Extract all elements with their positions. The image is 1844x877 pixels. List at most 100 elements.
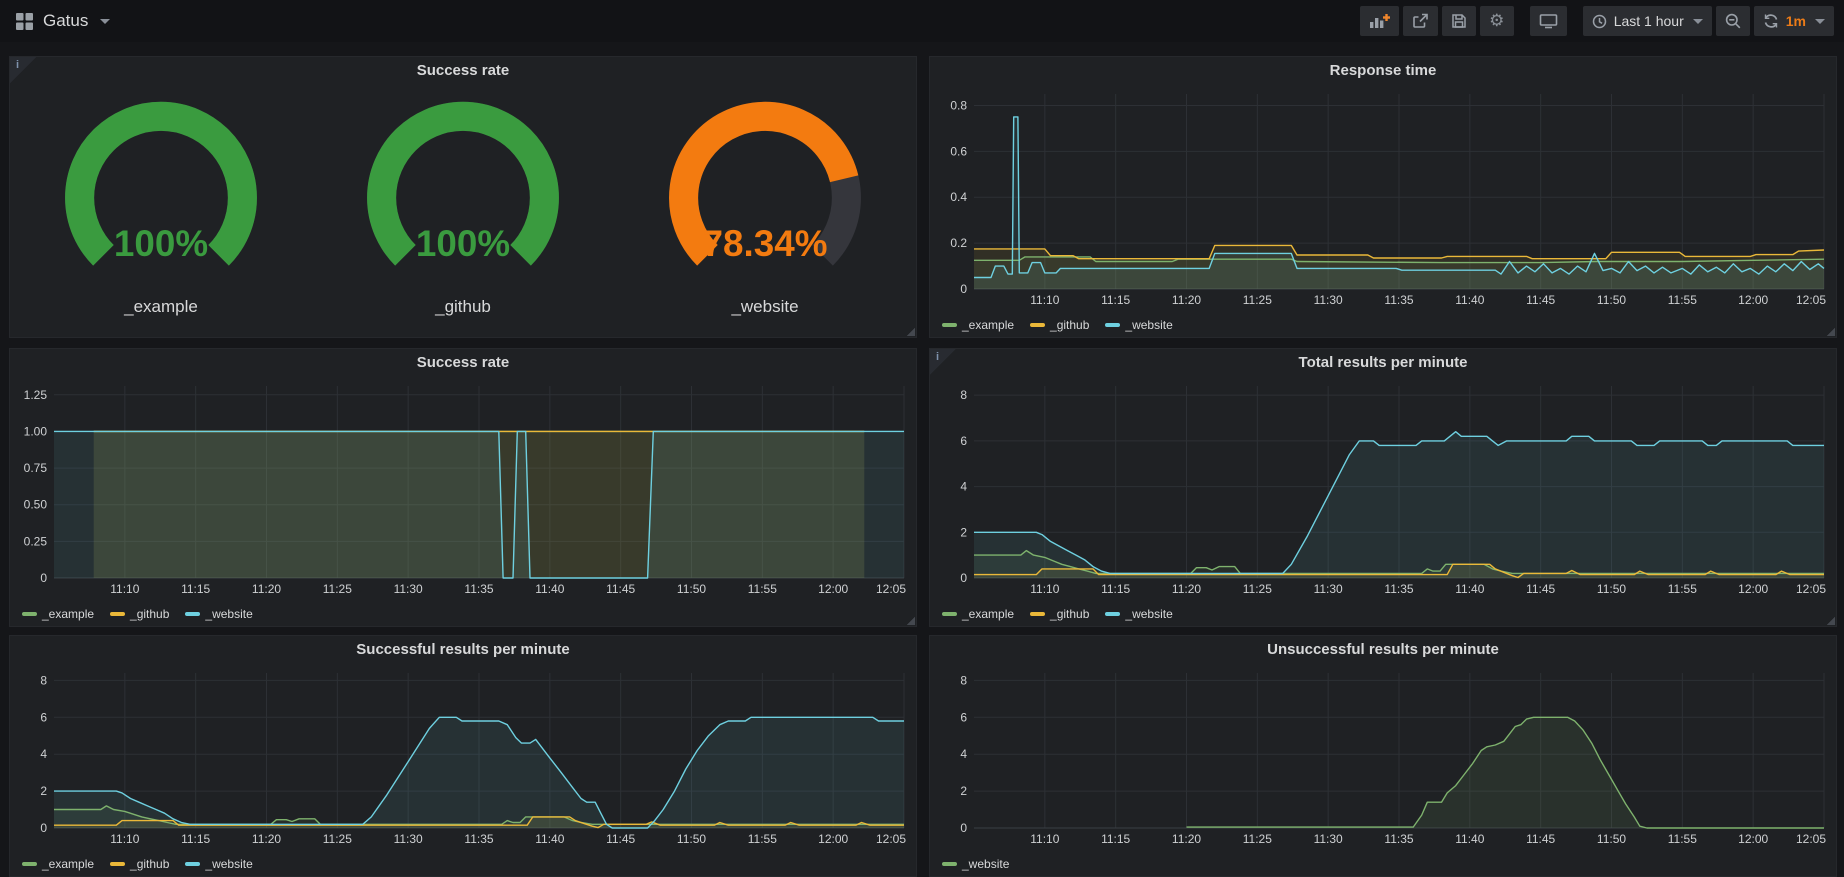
unsuccessful-results-chart[interactable]: 0246811:1011:1511:2011:2511:3011:3511:40… (936, 666, 1830, 848)
panel-title[interactable]: Response time (930, 57, 1836, 85)
panel-title[interactable]: Success rate (10, 57, 916, 85)
dashboard-title[interactable]: Gatus (43, 11, 88, 31)
legend-item-_github[interactable]: _github (1030, 607, 1089, 621)
panel-response-time: Response time 00.20.40.60.811:1011:1511:… (929, 56, 1837, 338)
gauge-label: _website (731, 297, 798, 317)
panel-success-rate-gauges: i Success rate 100%_example100%_github78… (9, 56, 917, 338)
svg-text:11:35: 11:35 (1384, 582, 1413, 596)
svg-text:0.4: 0.4 (950, 190, 967, 204)
legend-item-_website[interactable]: _website (1105, 607, 1172, 621)
svg-text:11:25: 11:25 (323, 582, 352, 596)
chart-legend: _example _github _website (942, 607, 1173, 621)
svg-text:12:00: 12:00 (818, 582, 848, 596)
legend-swatch (1105, 323, 1120, 327)
legend-swatch (1030, 612, 1045, 616)
svg-text:12:00: 12:00 (1738, 293, 1768, 307)
refresh-picker[interactable]: 1m (1754, 6, 1834, 36)
svg-text:11:10: 11:10 (1030, 832, 1059, 846)
panel-info-icon[interactable]: i (10, 57, 36, 83)
legend-swatch (942, 323, 957, 327)
panel-resize-handle[interactable] (1826, 616, 1835, 625)
gauge-_example: 100%_example (10, 89, 312, 329)
settings-button[interactable]: ⚙ (1480, 6, 1514, 36)
svg-text:11:10: 11:10 (1030, 293, 1059, 307)
success-rate-chart[interactable]: 00.250.500.751.001.2511:1011:1511:2011:2… (16, 379, 910, 598)
panel-title[interactable]: Successful results per minute (10, 636, 916, 664)
svg-text:2: 2 (960, 784, 967, 798)
save-button[interactable] (1442, 6, 1476, 36)
svg-text:1.25: 1.25 (24, 388, 48, 402)
svg-text:12:05: 12:05 (876, 832, 906, 846)
panel-title[interactable]: Unsuccessful results per minute (930, 636, 1836, 664)
add-panel-button[interactable] (1360, 6, 1399, 36)
legend-swatch (942, 612, 957, 616)
panel-title[interactable]: Success rate (10, 349, 916, 377)
svg-text:8: 8 (960, 673, 967, 687)
legend-item-_github[interactable]: _github (110, 607, 169, 621)
panel-resize-handle[interactable] (906, 616, 915, 625)
legend-swatch (110, 862, 125, 866)
legend-item-_example[interactable]: _example (22, 607, 94, 621)
legend-item-_example[interactable]: _example (22, 857, 94, 871)
add-panel-icon (1369, 13, 1390, 29)
svg-text:11:15: 11:15 (1101, 293, 1130, 307)
legend-item-_website[interactable]: _website (1105, 318, 1172, 332)
svg-text:11:15: 11:15 (1101, 832, 1130, 846)
legend-item-_website[interactable]: _website (942, 857, 1009, 871)
gauge-label: _github (435, 297, 491, 317)
svg-text:12:05: 12:05 (1796, 582, 1826, 596)
svg-text:11:15: 11:15 (1101, 582, 1130, 596)
legend-item-_example[interactable]: _example (942, 318, 1014, 332)
svg-text:2: 2 (40, 784, 47, 798)
svg-text:0: 0 (40, 571, 47, 585)
svg-text:2: 2 (960, 525, 967, 539)
zoom-out-button[interactable] (1716, 6, 1750, 36)
svg-text:11:35: 11:35 (464, 582, 493, 596)
legend-item-_github[interactable]: _github (110, 857, 169, 871)
dashboard-caret-down-icon[interactable] (100, 19, 110, 24)
legend-swatch (185, 612, 200, 616)
legend-item-_website[interactable]: _website (185, 857, 252, 871)
svg-text:12:00: 12:00 (818, 832, 848, 846)
legend-item-_example[interactable]: _example (942, 607, 1014, 621)
svg-text:11:25: 11:25 (323, 832, 352, 846)
svg-text:0.2: 0.2 (950, 236, 967, 250)
panel-info-icon[interactable]: i (930, 349, 956, 375)
svg-text:11:20: 11:20 (1172, 832, 1201, 846)
svg-text:0.25: 0.25 (24, 534, 48, 548)
share-button[interactable] (1403, 6, 1438, 36)
svg-text:100%: 100% (114, 223, 208, 264)
svg-text:11:30: 11:30 (1314, 293, 1343, 307)
successful-results-chart[interactable]: 0246811:1011:1511:2011:2511:3011:3511:40… (16, 666, 910, 848)
svg-text:12:05: 12:05 (1796, 832, 1826, 846)
legend-swatch (1030, 323, 1045, 327)
panel-title[interactable]: Total results per minute (930, 349, 1836, 377)
svg-text:11:55: 11:55 (1668, 293, 1697, 307)
response-time-chart[interactable]: 00.20.40.60.811:1011:1511:2011:2511:3011… (936, 87, 1830, 309)
chart-legend: _website (942, 857, 1009, 871)
svg-text:11:10: 11:10 (110, 582, 139, 596)
svg-text:11:40: 11:40 (1455, 293, 1484, 307)
legend-item-_website[interactable]: _website (185, 607, 252, 621)
svg-text:12:00: 12:00 (1738, 832, 1768, 846)
navbar: Gatus ⚙ Last 1 hour 1m (0, 0, 1844, 42)
refresh-icon (1763, 13, 1779, 29)
svg-text:0: 0 (960, 282, 967, 296)
svg-text:6: 6 (40, 710, 47, 724)
cycle-view-button[interactable] (1530, 6, 1567, 36)
time-range-picker[interactable]: Last 1 hour (1583, 6, 1712, 36)
dashboards-grid-icon[interactable] (16, 13, 33, 30)
panel-unsuccessful-results: Unsuccessful results per minute 0246811:… (929, 635, 1837, 877)
svg-text:11:40: 11:40 (1455, 582, 1484, 596)
svg-text:0: 0 (960, 571, 967, 585)
svg-text:8: 8 (960, 388, 967, 402)
svg-text:11:35: 11:35 (1384, 832, 1413, 846)
panel-resize-handle[interactable] (1826, 327, 1835, 336)
svg-text:11:20: 11:20 (252, 832, 281, 846)
panel-resize-handle[interactable] (906, 327, 915, 336)
svg-text:11:10: 11:10 (1030, 582, 1059, 596)
svg-text:11:45: 11:45 (1526, 293, 1555, 307)
legend-item-_github[interactable]: _github (1030, 318, 1089, 332)
svg-text:11:55: 11:55 (1668, 832, 1697, 846)
total-results-chart[interactable]: 0246811:1011:1511:2011:2511:3011:3511:40… (936, 379, 1830, 598)
